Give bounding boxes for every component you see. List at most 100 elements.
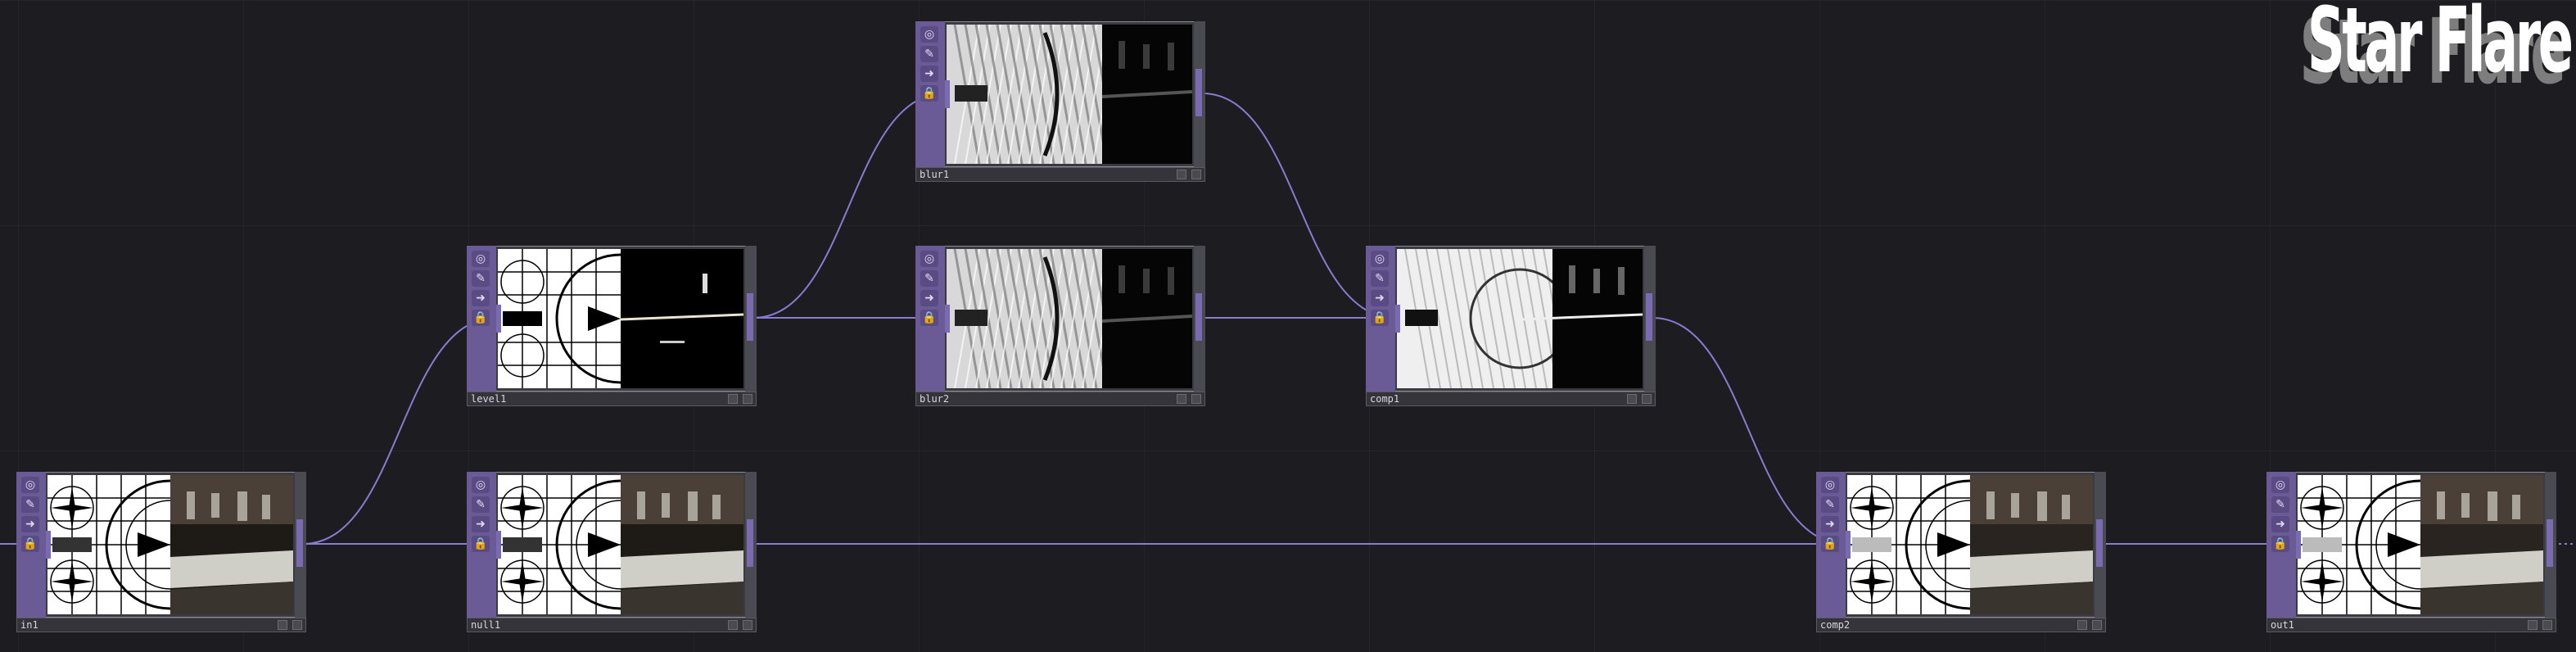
edit-icon[interactable]: ✎ [1821, 496, 1839, 513]
node-menu-button[interactable] [2092, 620, 2102, 630]
node-bypass-toggle[interactable] [278, 620, 287, 630]
viewer-icon[interactable]: ◎ [2271, 477, 2289, 493]
input-connector[interactable] [496, 531, 501, 559]
edit-icon[interactable]: ✎ [21, 496, 39, 513]
viewer-icon[interactable]: ◎ [472, 251, 490, 267]
node-bypass-toggle[interactable] [2077, 620, 2087, 630]
viewer-icon[interactable]: ◎ [920, 26, 938, 43]
lock-icon[interactable]: 🔒 [1371, 310, 1389, 326]
node-footer: comp1 [1366, 392, 1656, 406]
lock-icon[interactable]: 🔒 [920, 85, 938, 102]
node-viewer[interactable] [2298, 475, 2543, 614]
edit-icon[interactable]: ✎ [472, 270, 490, 287]
node-blur2[interactable]: ◎ ✎ ➜ 🔒 blur2 [915, 246, 1207, 406]
node-flag-strip: ◎ ✎ ➜ 🔒 [467, 472, 496, 618]
node-viewer[interactable] [47, 475, 293, 614]
arrow-icon[interactable]: ➜ [472, 516, 490, 532]
node-out1[interactable]: ◎ ✎ ➜ 🔒 out1 [2266, 472, 2558, 632]
arrow-icon[interactable]: ➜ [2271, 516, 2289, 532]
node-comp2[interactable]: ◎ ✎ ➜ 🔒 comp2 [1816, 472, 2108, 632]
input-connector[interactable] [945, 80, 950, 108]
arrow-icon[interactable]: ➜ [920, 290, 938, 306]
node-name[interactable]: out1 [2271, 618, 2294, 632]
viewer-icon[interactable]: ◎ [21, 477, 39, 493]
edit-icon[interactable]: ✎ [920, 270, 938, 287]
node-footer: blur2 [915, 392, 1205, 406]
node-viewer[interactable] [1397, 249, 1643, 388]
node-flag-strip: ◎ ✎ ➜ 🔒 [915, 21, 945, 167]
edit-icon[interactable]: ✎ [2271, 496, 2289, 513]
viewer-icon[interactable]: ◎ [920, 251, 938, 267]
node-name[interactable]: blur1 [920, 168, 949, 181]
node-bypass-toggle[interactable] [728, 620, 738, 630]
arrow-icon[interactable]: ➜ [1371, 290, 1389, 306]
edit-icon[interactable]: ✎ [1371, 270, 1389, 287]
input-connector[interactable] [1846, 531, 1851, 559]
node-menu-button[interactable] [1191, 394, 1201, 404]
input-connector[interactable] [1395, 305, 1400, 333]
lock-icon[interactable]: 🔒 [2271, 536, 2289, 552]
node-footer: in1 [16, 618, 306, 632]
edit-icon[interactable]: ✎ [472, 496, 490, 513]
node-comp1[interactable]: ◎ ✎ ➜ 🔒 comp1 [1366, 246, 1657, 406]
lock-icon[interactable]: 🔒 [920, 310, 938, 326]
node-menu-button[interactable] [743, 620, 752, 630]
node-name[interactable]: comp2 [1820, 618, 1850, 632]
node-viewer[interactable] [498, 475, 743, 614]
node-viewer[interactable] [498, 249, 743, 388]
viewer-icon[interactable]: ◎ [1371, 251, 1389, 267]
node-name[interactable]: blur2 [920, 392, 949, 405]
node-name[interactable]: null1 [471, 618, 500, 632]
lock-icon[interactable]: 🔒 [472, 310, 490, 326]
node-bypass-toggle[interactable] [1177, 170, 1186, 179]
node-name[interactable]: in1 [20, 618, 38, 632]
node-in1[interactable]: ◎ ✎ ➜ 🔒 in1 [16, 472, 308, 632]
node-bypass-toggle[interactable] [1627, 394, 1637, 404]
output-connector[interactable] [1195, 293, 1202, 341]
viewer-icon[interactable]: ◎ [1821, 477, 1839, 493]
node-menu-button[interactable] [2542, 620, 2552, 630]
arrow-icon[interactable]: ➜ [472, 290, 490, 306]
node-flag-strip: ◎ ✎ ➜ 🔒 [915, 246, 945, 392]
node-flag-strip: ◎ ✎ ➜ 🔒 [16, 472, 46, 618]
input-connector[interactable] [46, 531, 51, 559]
node-viewer[interactable] [947, 25, 1192, 164]
arrow-icon[interactable]: ➜ [21, 516, 39, 532]
node-footer: comp2 [1816, 618, 2106, 632]
arrow-icon[interactable]: ➜ [1821, 516, 1839, 532]
viewer-icon[interactable]: ◎ [472, 477, 490, 493]
node-flag-strip: ◎ ✎ ➜ 🔒 [1816, 472, 1846, 618]
input-connector[interactable] [2296, 531, 2301, 559]
lock-icon[interactable]: 🔒 [1821, 536, 1839, 552]
output-connector[interactable] [296, 519, 303, 567]
input-connector[interactable] [945, 305, 950, 333]
node-name[interactable]: comp1 [1370, 392, 1399, 405]
node-menu-button[interactable] [1642, 394, 1652, 404]
node-name[interactable]: level1 [471, 392, 506, 405]
node-menu-button[interactable] [1191, 170, 1201, 179]
node-bypass-toggle[interactable] [2528, 620, 2538, 630]
output-connector[interactable] [2096, 519, 2103, 567]
output-connector[interactable] [747, 519, 753, 567]
input-connector[interactable] [496, 305, 501, 333]
output-connector[interactable] [1195, 69, 1202, 116]
node-menu-button[interactable] [292, 620, 302, 630]
node-bypass-toggle[interactable] [1177, 394, 1186, 404]
node-flag-strip: ◎ ✎ ➜ 🔒 [2266, 472, 2296, 618]
node-null1[interactable]: ◎ ✎ ➜ 🔒 null1 [467, 472, 758, 632]
node-viewer[interactable] [1847, 475, 2093, 614]
arrow-icon[interactable]: ➜ [920, 66, 938, 82]
lock-icon[interactable]: 🔒 [21, 536, 39, 552]
node-level1[interactable]: ◎ ✎ ➜ 🔒 level1 [467, 246, 758, 406]
node-flag-strip: ◎ ✎ ➜ 🔒 [467, 246, 496, 392]
wire-layer [0, 93, 2576, 546]
node-viewer[interactable] [947, 249, 1192, 388]
output-connector[interactable] [1646, 293, 1652, 341]
node-menu-button[interactable] [743, 394, 752, 404]
output-connector[interactable] [2547, 519, 2553, 567]
node-blur1[interactable]: ◎ ✎ ➜ 🔒 blur1 [915, 21, 1207, 182]
edit-icon[interactable]: ✎ [920, 46, 938, 62]
output-connector[interactable] [747, 293, 753, 341]
lock-icon[interactable]: 🔒 [472, 536, 490, 552]
node-bypass-toggle[interactable] [728, 394, 738, 404]
